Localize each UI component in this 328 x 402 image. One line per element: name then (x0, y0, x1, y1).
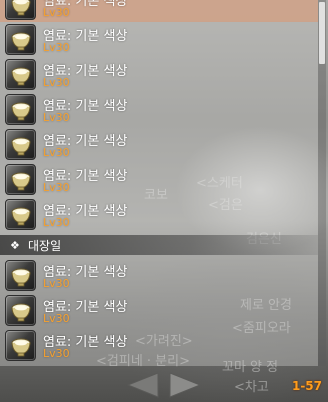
recipe-level: Lv30 (43, 146, 70, 159)
dye-bowl-icon (5, 129, 36, 160)
dye-bowl-icon (5, 199, 36, 230)
dye-bowl-icon (5, 59, 36, 90)
recipe-list-item[interactable]: 염료: 기본 색상 Lv30 (0, 197, 318, 232)
dye-bowl-icon (5, 94, 36, 125)
recipe-list-item[interactable]: 염료: 기본 색상 Lv30 (0, 127, 318, 162)
recipe-level: Lv30 (43, 312, 70, 325)
dye-bowl-icon (5, 164, 36, 195)
prev-page-button[interactable] (126, 372, 160, 398)
recipe-level: Lv30 (43, 347, 70, 360)
pager: 1-57 (0, 368, 328, 402)
dye-bowl-icon (5, 24, 36, 55)
recipe-list-item[interactable]: 염료: 기본 색상 Lv30 (0, 22, 318, 57)
recipe-level: Lv30 (43, 41, 70, 54)
dye-bowl-icon (5, 260, 36, 291)
recipe-list-item[interactable]: 염료: 기본 색상 Lv30 (0, 258, 318, 293)
recipe-list-item[interactable]: 염료: 기본 색상 Lv30 (0, 92, 318, 127)
recipe-list-top: 염료: 기본 색상 Lv30 염료: 기본 색상 Lv30 염료: 기본 색상 Lv30 염… (0, 0, 318, 232)
list-scrollbar[interactable] (318, 0, 326, 366)
category-label: 대장일 (28, 238, 62, 253)
recipe-list-panel: 염료: 기본 색상 Lv30 염료: 기본 색상 Lv30 염료: 기본 색상 Lv30 염… (0, 0, 318, 366)
scroll-thumb[interactable] (319, 2, 325, 64)
next-page-button[interactable] (168, 372, 202, 398)
recipe-list-item[interactable]: 염료: 기본 색상 Lv30 (0, 0, 318, 22)
recipe-list-item[interactable]: 염료: 기본 색상 Lv30 (0, 293, 318, 328)
arrow-right-icon (169, 372, 202, 398)
recipe-level: Lv30 (43, 181, 70, 194)
recipe-level: Lv30 (43, 6, 70, 19)
category-header-blacksmithing[interactable]: ❖ 대장일 (0, 235, 318, 255)
recipe-list-bottom: 염료: 기본 색상 Lv30 염료: 기본 색상 Lv30 염료: 기본 색상 Lv30 (0, 258, 318, 363)
dye-bowl-icon (5, 330, 36, 361)
recipe-list-item[interactable]: 염료: 기본 색상 Lv30 (0, 328, 318, 363)
dye-bowl-icon (5, 0, 36, 20)
recipe-list-item[interactable]: 염료: 기본 색상 Lv30 (0, 162, 318, 197)
recipe-level: Lv30 (43, 277, 70, 290)
diamond-cross-icon: ❖ (10, 238, 20, 252)
arrow-left-icon (126, 372, 159, 398)
recipe-list-item[interactable]: 염료: 기본 색상 Lv30 (0, 57, 318, 92)
recipe-level: Lv30 (43, 111, 70, 124)
recipe-level: Lv30 (43, 216, 70, 229)
recipe-level: Lv30 (43, 76, 70, 89)
page-range-label: 1-57 (291, 379, 322, 393)
dye-bowl-icon (5, 295, 36, 326)
